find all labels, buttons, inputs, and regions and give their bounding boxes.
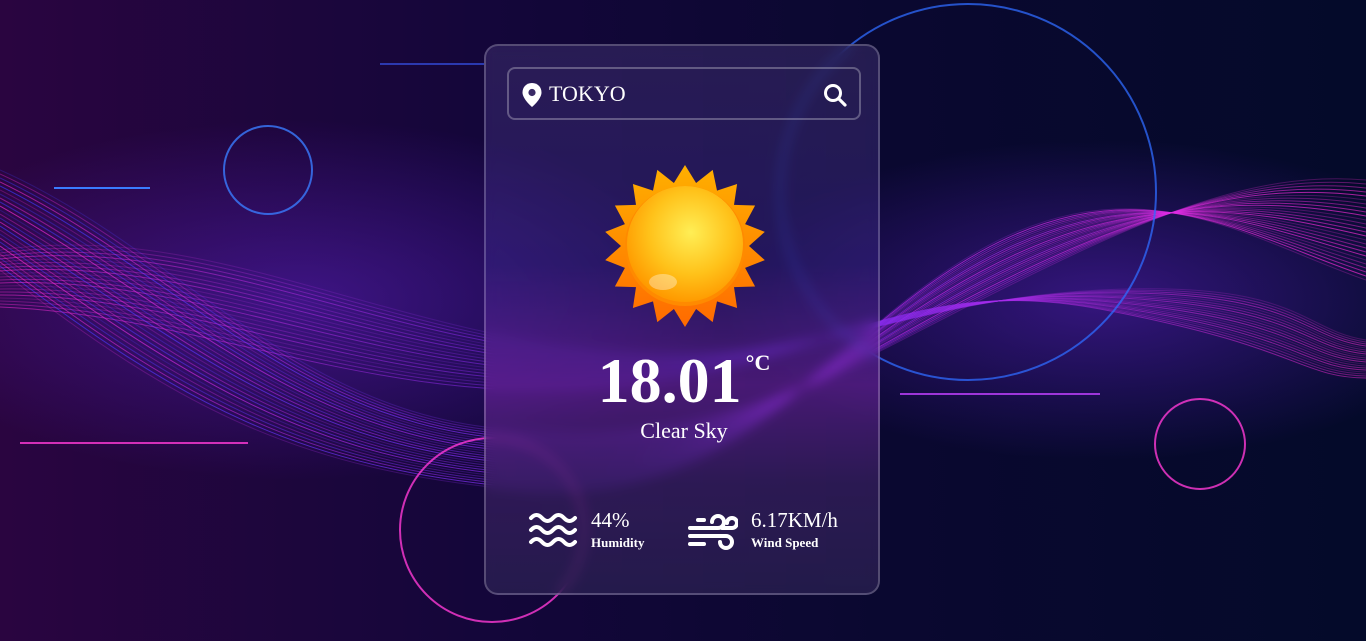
weather-card: 18.01°C Clear Sky 44% Humidity 6.17KM/h … [484,44,880,595]
weather-description: Clear Sky [640,418,728,443]
temperature-value: 18.01 [597,345,742,416]
temperature-unit: °C [745,350,771,375]
temperature-display: 18.01 °C [486,344,882,418]
humidity-value: 44% [591,508,630,532]
city-search-input[interactable] [549,77,809,111]
location-pin-icon [522,83,542,107]
search-icon[interactable] [823,83,847,107]
wind-icon [688,514,738,550]
waves-icon [529,513,577,547]
wind-value: 6.17KM/h [751,508,838,532]
humidity-label: Humidity [591,535,645,550]
search-bar [507,67,861,120]
wind-label: Wind Speed [751,535,819,550]
sun-icon [605,165,765,327]
